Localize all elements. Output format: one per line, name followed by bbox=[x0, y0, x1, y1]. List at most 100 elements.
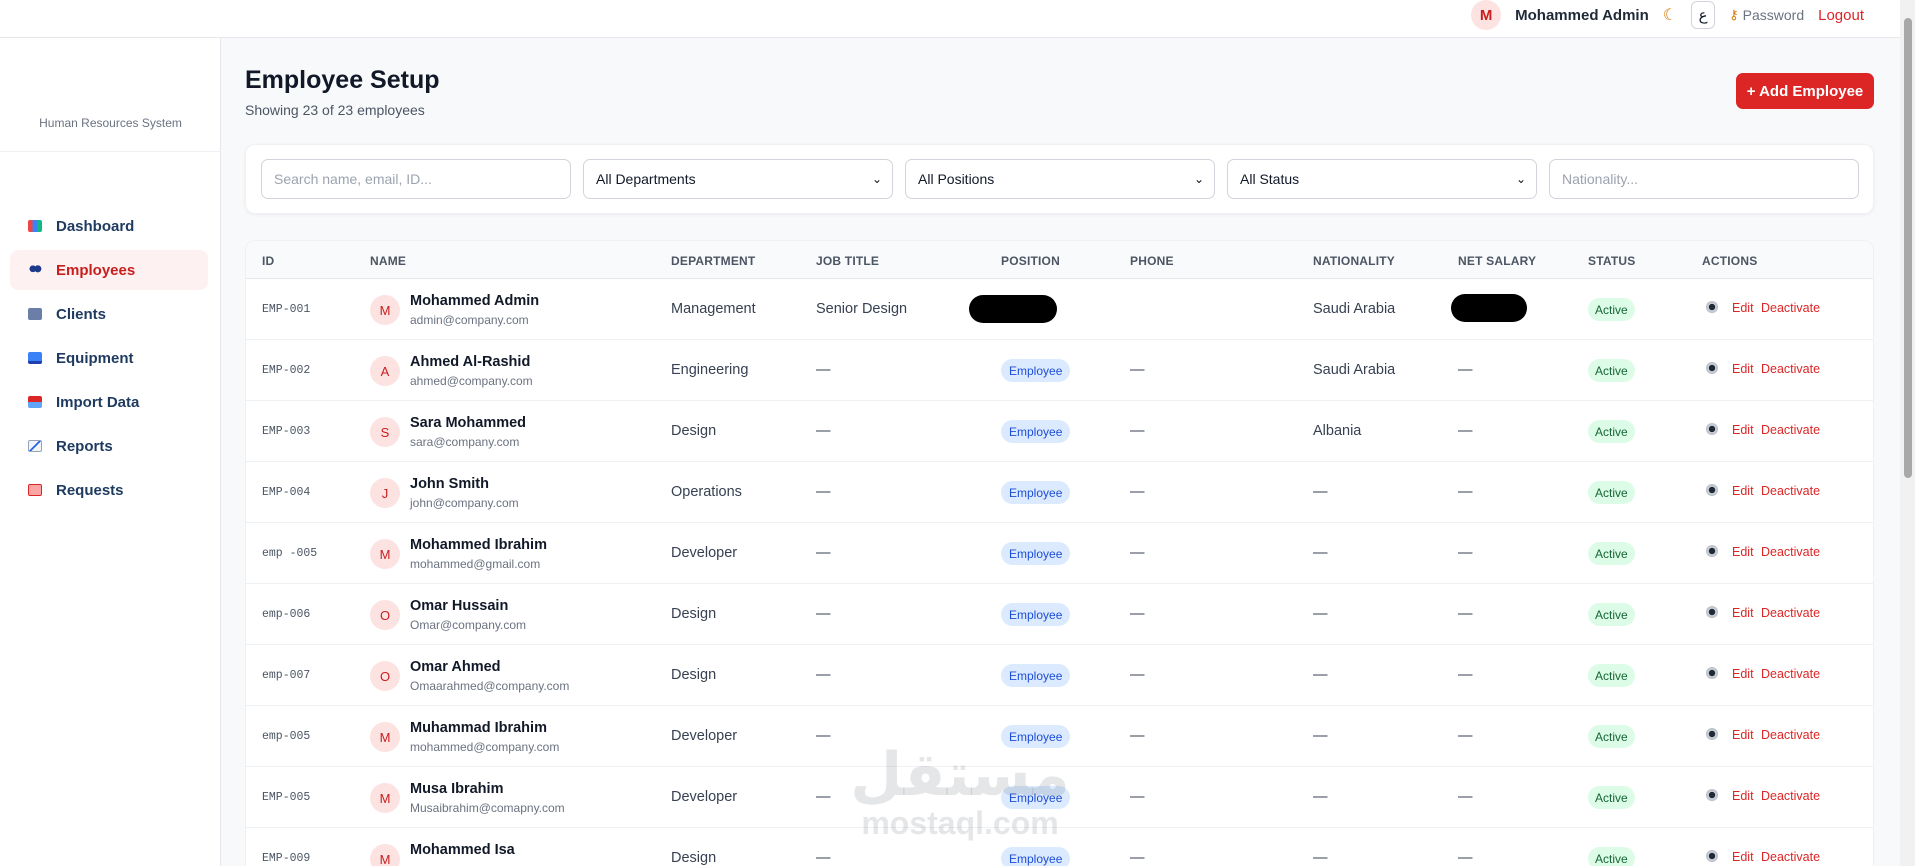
employee-phone: — bbox=[1130, 850, 1145, 866]
employee-name: Muhammad Ibrahim bbox=[410, 720, 547, 736]
status-select-value: All Status bbox=[1240, 171, 1300, 187]
view-icon[interactable] bbox=[1706, 423, 1718, 435]
sidebar-item-label: Equipment bbox=[56, 349, 134, 367]
avatar[interactable]: M bbox=[1471, 0, 1502, 30]
employee-email: admin@company.com bbox=[410, 313, 529, 327]
position-badge: Employee bbox=[1001, 847, 1071, 866]
employee-phone: — bbox=[1130, 728, 1145, 744]
scrollbar-thumb[interactable] bbox=[1904, 18, 1912, 478]
sidebar-item-reports[interactable]: Reports bbox=[10, 426, 208, 466]
user-menu: M Mohammed Admin ☾ ع ⚷ Password Logout bbox=[1471, 0, 1864, 30]
nationality-input[interactable]: Nationality... bbox=[1549, 159, 1859, 199]
deactivate-button[interactable]: Deactivate bbox=[1761, 423, 1820, 437]
deactivate-button[interactable]: Deactivate bbox=[1761, 301, 1820, 315]
employee-id: emp-007 bbox=[262, 669, 311, 682]
view-icon[interactable] bbox=[1706, 789, 1718, 801]
employee-email: sara@company.com bbox=[410, 435, 520, 449]
employee-name: Mohammed Isa bbox=[410, 842, 515, 858]
status-badge: Active bbox=[1588, 664, 1635, 687]
employee-nationality: — bbox=[1313, 606, 1328, 622]
deactivate-button[interactable]: Deactivate bbox=[1761, 362, 1820, 376]
edit-button[interactable]: Edit bbox=[1732, 667, 1754, 681]
employee-department: Developer bbox=[671, 728, 738, 744]
employee-job-title: — bbox=[816, 728, 831, 744]
employee-net-salary: — bbox=[1458, 850, 1473, 866]
language-toggle-button[interactable]: ع bbox=[1691, 1, 1716, 29]
employee-department: Operations bbox=[671, 484, 742, 500]
sidebar-item-equipment[interactable]: Equipment bbox=[10, 338, 208, 378]
position-select[interactable]: All Positions ⌄ bbox=[905, 159, 1215, 199]
employee-department: Design bbox=[671, 423, 717, 439]
moon-icon[interactable]: ☾ bbox=[1663, 5, 1677, 25]
edit-button[interactable]: Edit bbox=[1732, 301, 1754, 315]
edit-button[interactable]: Edit bbox=[1732, 362, 1754, 376]
deactivate-button[interactable]: Deactivate bbox=[1761, 667, 1820, 681]
deactivate-button[interactable]: Deactivate bbox=[1761, 789, 1820, 803]
sidebar-item-dashboard[interactable]: Dashboard bbox=[10, 206, 208, 246]
deactivate-button[interactable]: Deactivate bbox=[1761, 545, 1820, 559]
clipboard-icon bbox=[27, 483, 43, 497]
avatar: M bbox=[370, 295, 400, 325]
view-icon[interactable] bbox=[1706, 362, 1718, 374]
edit-button[interactable]: Edit bbox=[1732, 728, 1754, 742]
chevron-down-icon: ⌄ bbox=[1515, 172, 1526, 186]
view-icon[interactable] bbox=[1706, 301, 1718, 313]
employee-job-title: — bbox=[816, 362, 831, 378]
sidebar-item-employees[interactable]: Employees bbox=[10, 250, 208, 290]
status-badge: Active bbox=[1588, 359, 1635, 382]
table-row: EMP-002 A Ahmed Al-Rashid ahmed@company.com… bbox=[246, 340, 1873, 401]
employee-job-title: — bbox=[816, 789, 831, 805]
user-name[interactable]: Mohammed Admin bbox=[1515, 7, 1649, 24]
employee-name: Ahmed Al-Rashid bbox=[410, 354, 531, 370]
view-icon[interactable] bbox=[1706, 606, 1718, 618]
edit-button[interactable]: Edit bbox=[1732, 789, 1754, 803]
status-badge: Active bbox=[1588, 603, 1635, 626]
scrollbar[interactable] bbox=[1900, 0, 1915, 866]
employee-net-salary: — bbox=[1458, 667, 1473, 683]
employee-department: Developer bbox=[671, 545, 738, 561]
logout-link[interactable]: Logout bbox=[1818, 7, 1864, 24]
edit-button[interactable]: Edit bbox=[1732, 484, 1754, 498]
sidebar-item-clients[interactable]: Clients bbox=[10, 294, 208, 334]
status-select[interactable]: All Status ⌄ bbox=[1227, 159, 1537, 199]
department-select[interactable]: All Departments ⌄ bbox=[583, 159, 893, 199]
edit-button[interactable]: Edit bbox=[1732, 545, 1754, 559]
position-badge: Employee bbox=[1001, 542, 1071, 565]
deactivate-button[interactable]: Deactivate bbox=[1761, 606, 1820, 620]
employee-id: EMP-009 bbox=[262, 852, 311, 865]
chevron-down-icon: ⌄ bbox=[1193, 172, 1204, 186]
view-icon[interactable] bbox=[1706, 545, 1718, 557]
password-link[interactable]: ⚷ Password bbox=[1729, 7, 1804, 23]
column-header-actions: ACTIONS bbox=[1702, 254, 1758, 268]
sidebar-item-import-data[interactable]: Import Data bbox=[10, 382, 208, 422]
edit-button[interactable]: Edit bbox=[1732, 423, 1754, 437]
sidebar: Human Resources System Dashboard Employe… bbox=[0, 38, 221, 866]
employee-email: Musaibrahim@comapny.com bbox=[410, 801, 565, 815]
edit-button[interactable]: Edit bbox=[1732, 606, 1754, 620]
employee-name: Sara Mohammed bbox=[410, 415, 527, 431]
employee-nationality: Saudi Arabia bbox=[1313, 362, 1396, 378]
employee-id: EMP-003 bbox=[262, 425, 311, 438]
view-icon[interactable] bbox=[1706, 850, 1718, 862]
filter-bar: Search name, email, ID... All Department… bbox=[245, 144, 1874, 214]
employee-nationality: — bbox=[1313, 789, 1328, 805]
deactivate-button[interactable]: Deactivate bbox=[1761, 850, 1820, 864]
employee-email: john@company.com bbox=[410, 496, 519, 510]
table-row: emp-006 O Omar Hussain Omar@company.com Desi… bbox=[246, 584, 1873, 645]
add-employee-button[interactable]: + Add Employee bbox=[1736, 73, 1874, 109]
view-icon[interactable] bbox=[1706, 667, 1718, 679]
view-icon[interactable] bbox=[1706, 484, 1718, 496]
column-header-job-title: JOB TITLE bbox=[816, 254, 880, 268]
employee-phone: — bbox=[1130, 362, 1145, 378]
view-icon[interactable] bbox=[1706, 728, 1718, 740]
employee-id: EMP-002 bbox=[262, 364, 311, 377]
edit-button[interactable]: Edit bbox=[1732, 850, 1754, 864]
search-input[interactable]: Search name, email, ID... bbox=[261, 159, 571, 199]
deactivate-button[interactable]: Deactivate bbox=[1761, 728, 1820, 742]
employee-phone: — bbox=[1130, 667, 1145, 683]
employee-id: emp -005 bbox=[262, 547, 318, 560]
position-select-value: All Positions bbox=[918, 171, 995, 187]
deactivate-button[interactable]: Deactivate bbox=[1761, 484, 1820, 498]
employee-name: Musa Ibrahim bbox=[410, 781, 504, 797]
sidebar-item-requests[interactable]: Requests bbox=[10, 470, 208, 510]
